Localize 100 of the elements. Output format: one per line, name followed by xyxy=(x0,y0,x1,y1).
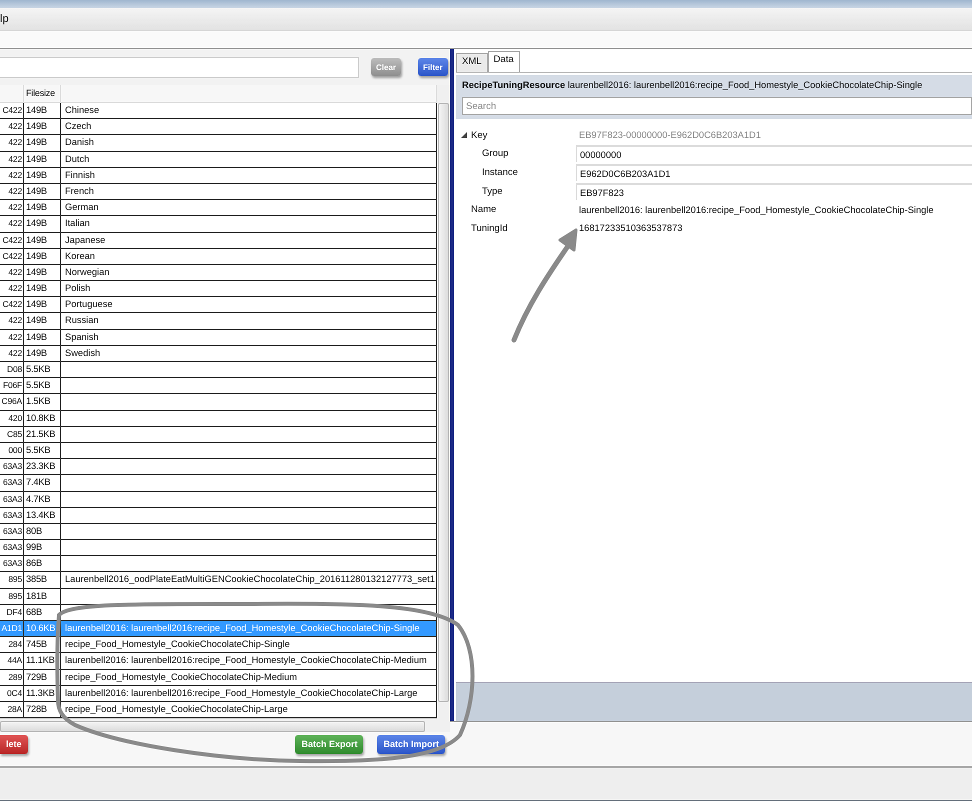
table-cell-text: recipe_Food_Homestyle_CookieChocolateChip-Medium xyxy=(64,670,298,684)
table-cell: 422 xyxy=(0,168,24,183)
table-cell: A1D1 xyxy=(0,621,24,636)
property-label: Name xyxy=(471,204,496,216)
table-cell: 63A3 xyxy=(0,540,24,556)
table-cell: 149B xyxy=(24,103,61,118)
table-cell: 63A3 xyxy=(0,508,24,523)
menu-item[interactable]: lp xyxy=(0,13,9,25)
table-cell: 11.1KB xyxy=(24,653,61,669)
table-cell: 44A xyxy=(0,653,24,669)
tab[interactable]: Data xyxy=(488,51,520,72)
table-cell-text: laurenbell2016: laurenbell2016:recipe_Food_Homestyle_CookieChocolateChip-Large xyxy=(64,686,418,700)
table-cell: 63A3 xyxy=(0,459,24,474)
table-cell: C85 xyxy=(0,426,24,442)
table-cell-text: Japanese xyxy=(64,234,106,247)
table-cell: 149B xyxy=(24,346,61,361)
table-cell: 422 xyxy=(0,135,24,151)
table-cell: 284 xyxy=(0,637,24,652)
horizontal-scrollbar[interactable] xyxy=(0,718,437,732)
table-cell: 149B xyxy=(24,297,61,312)
table-cell: 745B xyxy=(24,637,61,652)
table-cell: 422 xyxy=(0,264,24,280)
table-cell-text: Chinese xyxy=(64,104,100,117)
table-cell: 149B xyxy=(24,135,61,151)
table-cell: 1.5KB xyxy=(24,394,61,410)
filter-button[interactable]: Filter xyxy=(418,58,448,76)
table-cell: 422 xyxy=(0,200,24,216)
property-label: Key xyxy=(471,130,488,141)
table-cell: 28A xyxy=(0,702,24,718)
table-cell-text: recipe_Food_Homestyle_CookieChocolateChip-Single xyxy=(64,638,291,652)
table-cell: 23.3KB xyxy=(24,459,61,474)
property-label: Type xyxy=(482,186,503,197)
table-cell-text: Laurenbell2016_oodPlateEatMultiGENCookieChocolateChip_201611280132127773_set1 xyxy=(64,573,436,586)
table-cell: 149B xyxy=(24,184,61,200)
table-cell: 99B xyxy=(24,540,61,556)
table-cell: 729B xyxy=(24,670,61,685)
table-cell-text: Danish xyxy=(64,136,95,150)
table-cell-text: Swedish xyxy=(64,346,102,360)
table-cell-text: Portuguese xyxy=(64,298,114,312)
table-cell-text: German xyxy=(64,201,100,214)
table-cell: 385B xyxy=(24,572,61,588)
table-cell: 728B xyxy=(24,702,61,718)
table-cell: 420 xyxy=(0,410,24,426)
collapse-triangle-icon[interactable] xyxy=(461,132,467,138)
table-cell: 149B xyxy=(24,264,61,280)
delete-button[interactable]: lete xyxy=(0,734,28,754)
table-cell: 13.4KB xyxy=(24,508,61,523)
table-cell: 86B xyxy=(24,556,61,572)
column-header[interactable]: Filesize xyxy=(24,85,61,102)
table-cell: 895 xyxy=(0,588,24,604)
table-cell: 422 xyxy=(0,346,24,361)
property-value: 16817233510363537873 xyxy=(578,223,684,234)
table-cell: 422 xyxy=(0,313,24,329)
table-cell: 10.8KB xyxy=(24,410,61,426)
property-value: EB97F823-00000000-E962D0C6B203A1D1 xyxy=(578,130,762,140)
table-cell: 149B xyxy=(24,313,61,329)
table-cell: 63A3 xyxy=(0,492,24,507)
tab[interactable]: XML xyxy=(456,53,488,72)
table-cell: F06F xyxy=(0,378,24,394)
table-cell: 5.5KB xyxy=(24,378,61,394)
property-value: laurenbell2016: laurenbell2016:recipe_Food_Homestyle_CookieChocolateChip-Single xyxy=(578,204,935,215)
table-cell: 63A3 xyxy=(0,524,24,540)
table-cell: 63A3 xyxy=(0,475,24,490)
table-cell: 149B xyxy=(24,119,61,134)
table-cell-text: Polish xyxy=(64,282,92,296)
table-cell: 422 xyxy=(0,152,24,167)
table-cell: 5.5KB xyxy=(24,362,61,378)
table-cell: DF4 xyxy=(0,604,24,620)
value-field[interactable]: E962D0C6B203A1D1 xyxy=(576,164,972,181)
table-cell: 181B xyxy=(24,588,61,604)
table-cell: 149B xyxy=(24,281,61,296)
table-cell: 0C4 xyxy=(0,686,24,701)
resource-header: RecipeTuningResource laurenbell2016: laurenbell2016:recipe_Food_Homestyle_CookieChocolateChip-Single xyxy=(456,75,972,95)
table-cell: 63A3 xyxy=(0,556,24,572)
table-cell-text: Italian xyxy=(64,217,91,230)
value-field[interactable]: EB97F823 xyxy=(576,182,972,200)
table-cell: 149B xyxy=(24,152,61,167)
table-cell: C422 xyxy=(0,248,24,264)
table-cell-text: Norwegian xyxy=(64,266,110,279)
table-cell: 10.6KB xyxy=(24,621,61,636)
table-cell: 422 xyxy=(0,330,24,345)
table-cell: C422 xyxy=(0,297,24,312)
search-field[interactable]: Search xyxy=(462,97,972,115)
table-cell: C96A xyxy=(0,394,24,410)
table-cell-text: Dutch xyxy=(64,152,90,166)
table-cell: 422 xyxy=(0,216,24,232)
table-cell: 149B xyxy=(24,248,61,264)
table-cell-text: recipe_Food_Homestyle_CookieChocolateChip-Large xyxy=(64,702,289,716)
filter-field[interactable] xyxy=(0,56,359,78)
batch-import-button[interactable]: Batch Import xyxy=(377,734,445,754)
table-cell: 149B xyxy=(24,168,61,183)
value-field[interactable]: 00000000 xyxy=(576,145,972,162)
table-cell: D08 xyxy=(0,362,24,378)
table-cell: 149B xyxy=(24,232,61,248)
table-cell-text: Russian xyxy=(64,314,100,328)
table-cell: C422 xyxy=(0,103,24,118)
table-cell: 422 xyxy=(0,119,24,134)
table-cell: 149B xyxy=(24,330,61,345)
table-cell: 21.5KB xyxy=(24,426,61,442)
table-cell-text: Spanish xyxy=(64,330,100,344)
